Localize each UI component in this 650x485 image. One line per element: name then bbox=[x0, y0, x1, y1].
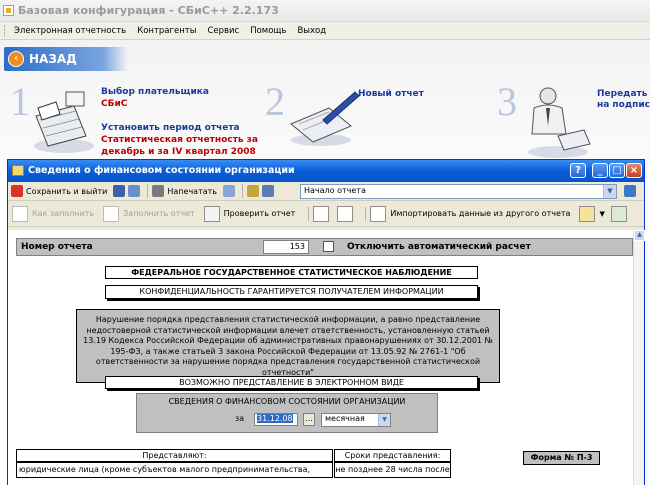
chevron-down-icon[interactable]: ▼ bbox=[378, 414, 390, 426]
document-icon[interactable] bbox=[128, 185, 141, 197]
table-cell-deadline: не позднее 28 числа после bbox=[334, 462, 451, 478]
import-data-label: Импортировать данные из другого отчета bbox=[390, 209, 571, 218]
check-report-label: Проверить отчет bbox=[223, 209, 296, 218]
period-for-label: за bbox=[235, 414, 245, 423]
vertical-scrollbar[interactable]: ▲ bbox=[633, 230, 645, 485]
help-button[interactable]: ? bbox=[570, 163, 586, 178]
column-header-submit: Представляют: bbox=[16, 449, 333, 462]
report-form: Номер отчета 153 Отключить автоматически… bbox=[8, 230, 634, 485]
auto-calc-checkbox[interactable] bbox=[323, 241, 334, 252]
menu-item-service[interactable]: Сервис bbox=[207, 26, 239, 36]
toolbar-main: Сохранить и выйти Напечатать Начало отче… bbox=[8, 182, 644, 201]
window-title: Базовая конфигурация - СБиС++ 2.2.173 bbox=[18, 4, 279, 17]
period-type-value: месячная bbox=[325, 414, 365, 423]
printer-icon bbox=[152, 185, 165, 197]
copy-icon[interactable] bbox=[313, 205, 330, 222]
find-next-icon[interactable] bbox=[262, 185, 275, 197]
wizard-panel: ‹ НАЗАД 1 Выбор плательщика СБиС Установ… bbox=[0, 40, 650, 165]
toolbar-separator bbox=[242, 184, 244, 198]
heading-confidential: КОНФИДЕНЦИАЛЬНОСТЬ ГАРАНТИРУЕТСЯ ПОЛУЧАТ… bbox=[105, 285, 478, 299]
period-panel: СВЕДЕНИЯ О ФИНАНСОВОМ СОСТОЯНИИ ОРГАНИЗА… bbox=[136, 393, 438, 433]
toolbar-separator bbox=[365, 206, 367, 221]
check-report-button[interactable]: Проверить отчет bbox=[203, 205, 296, 222]
print-button[interactable]: Напечатать bbox=[152, 185, 217, 197]
help-book-icon bbox=[12, 205, 28, 222]
heading-federal: ФЕДЕРАЛЬНОЕ ГОСУДАРСТВЕННОЕ СТАТИСТИЧЕСК… bbox=[105, 266, 478, 279]
menu-bar: Электронная отчетность Контрагенты Серви… bbox=[0, 22, 650, 40]
date-picker-button[interactable]: ... bbox=[303, 413, 315, 426]
report-section-value: Начало отчета bbox=[304, 186, 366, 195]
person-signing-icon bbox=[528, 87, 591, 158]
report-dialog: Сведения о финансовом состоянии организа… bbox=[7, 159, 645, 485]
minimize-button[interactable]: _ bbox=[592, 163, 608, 178]
floppy-icon[interactable] bbox=[113, 185, 126, 197]
back-label: НАЗАД bbox=[29, 52, 77, 66]
report-section-select[interactable]: Начало отчета ▼ bbox=[300, 184, 617, 199]
report-number-row: Номер отчета 153 Отключить автоматически… bbox=[16, 238, 633, 256]
toolbar-actions: Как заполнить Заполнить отчет Проверить … bbox=[8, 201, 644, 227]
auto-calc-label: Отключить автоматический расчет bbox=[347, 242, 531, 252]
electronic-notice: ВОЗМОЖНО ПРЕДСТАВЛЕНИЕ В ЭЛЕКТРОННОМ ВИД… bbox=[105, 376, 478, 389]
column-header-deadline: Сроки представления: bbox=[334, 449, 451, 462]
toolbar-separator bbox=[147, 184, 149, 198]
save-exit-button[interactable]: Сохранить и выйти bbox=[11, 185, 107, 197]
report-number-field[interactable]: 153 bbox=[263, 240, 309, 254]
menu-item-exit[interactable]: Выход bbox=[297, 26, 326, 36]
arrow-left-icon: ‹ bbox=[8, 51, 24, 67]
menu-item-contractors[interactable]: Контрагенты bbox=[137, 26, 196, 36]
step1-period-subtitle: Статистическая отчетность за декабрь и з… bbox=[101, 135, 258, 157]
period-title: СВЕДЕНИЯ О ФИНАНСОВОМ СОСТОЯНИИ ОРГАНИЗА… bbox=[168, 397, 406, 406]
print-label: Напечатать bbox=[167, 186, 218, 196]
step-number-3: 3 bbox=[497, 79, 517, 124]
period-date-value: 31.12.08 bbox=[257, 414, 293, 423]
clock-document-icon[interactable] bbox=[337, 205, 354, 222]
chevron-down-icon[interactable]: ▼ bbox=[603, 185, 616, 198]
folder-icon bbox=[12, 165, 24, 176]
back-button[interactable]: ‹ НАЗАД bbox=[4, 47, 128, 71]
step1-subtitle: СБиС bbox=[101, 99, 128, 109]
preview-icon[interactable] bbox=[223, 185, 236, 197]
step1-title[interactable]: Выбор плательщика bbox=[101, 87, 209, 98]
period-type-select[interactable]: месячная ▼ bbox=[321, 413, 391, 427]
how-to-fill-label: Как заполнить bbox=[32, 209, 95, 218]
save-exit-label: Сохранить и выйти bbox=[26, 186, 108, 196]
check-icon bbox=[203, 205, 220, 222]
save-exit-icon bbox=[11, 185, 23, 197]
fill-report-button[interactable]: Заполнить отчет bbox=[103, 205, 195, 222]
pen-document-icon bbox=[290, 91, 360, 146]
chevron-down-icon[interactable]: ▼ bbox=[599, 210, 604, 218]
period-date-field[interactable]: 31.12.08 bbox=[254, 413, 298, 426]
toolbar-separator bbox=[308, 206, 310, 221]
menu-item-help[interactable]: Помощь bbox=[250, 26, 286, 36]
dialog-title: Сведения о финансовом состоянии организа… bbox=[28, 165, 295, 176]
step2-title[interactable]: Новый отчет bbox=[358, 89, 424, 100]
scroll-up-icon[interactable]: ▲ bbox=[634, 230, 645, 241]
import-data-button[interactable]: Импортировать данные из другого отчета bbox=[370, 205, 571, 222]
excel-export-icon[interactable] bbox=[579, 205, 596, 222]
dialog-titlebar: Сведения о финансовом состоянии организа… bbox=[8, 160, 644, 182]
menu-item-reporting[interactable]: Электронная отчетность bbox=[14, 26, 126, 36]
step3-title[interactable]: Передать на подпись bbox=[597, 89, 650, 111]
step1-period-title[interactable]: Установить период отчета bbox=[101, 123, 240, 134]
fill-icon bbox=[103, 205, 120, 222]
search-icon[interactable] bbox=[247, 185, 260, 197]
report-number-label: Номер отчета bbox=[21, 242, 93, 252]
refresh-icon[interactable] bbox=[624, 185, 636, 197]
step-number-2: 2 bbox=[265, 79, 285, 124]
how-to-fill-button[interactable]: Как заполнить bbox=[12, 205, 95, 222]
maximize-button[interactable]: □ bbox=[609, 163, 625, 178]
fill-report-label: Заполнить отчет bbox=[123, 209, 195, 218]
calendar-illustration-icon bbox=[34, 91, 94, 153]
menu-grip bbox=[4, 24, 8, 37]
app-icon bbox=[3, 5, 14, 16]
import-icon bbox=[370, 205, 387, 222]
table-row: юридические лица (кроме субъектов малого… bbox=[16, 462, 333, 478]
window-titlebar: Базовая конфигурация - СБиС++ 2.2.173 bbox=[0, 0, 650, 22]
form-number-label: Форма № П-3 bbox=[523, 451, 600, 465]
close-button[interactable]: × bbox=[626, 163, 642, 178]
spreadsheet-icon[interactable] bbox=[610, 205, 627, 222]
legal-notice: Нарушение порядка представления статисти… bbox=[76, 309, 500, 383]
